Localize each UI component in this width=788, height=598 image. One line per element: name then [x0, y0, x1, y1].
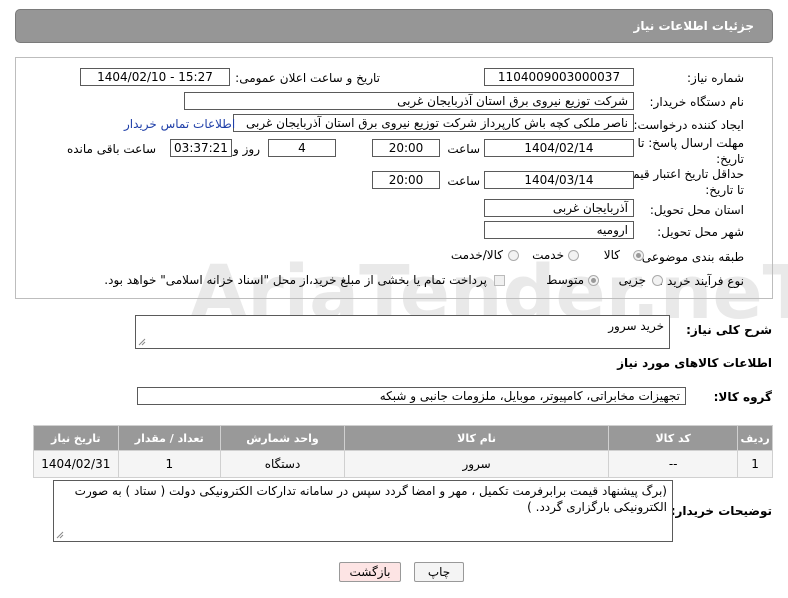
back-button[interactable]: بازگشت	[339, 562, 401, 582]
need-number-label: شماره نیاز:	[687, 71, 744, 85]
buyer-notes-label: توضیحات خریدار:	[670, 504, 772, 518]
cell-unit: دستگاه	[219, 450, 346, 478]
category-option-goods: کالا	[603, 248, 620, 262]
deadline-time-field[interactable]: 20:00	[372, 139, 440, 157]
resize-grip-icon[interactable]	[138, 338, 146, 346]
buyer-org-field[interactable]: شرکت توزیع نیروی برق استان آذربایجان غرب…	[184, 92, 634, 110]
buyer-notes-field[interactable]: (برگ پیشنهاد قیمت برابرفرمت تکمیل ، مهر …	[53, 480, 673, 542]
deadline-time-label: ساعت	[447, 142, 480, 156]
treasury-checkbox[interactable]	[494, 275, 505, 286]
description-label: شرح کلی نیاز:	[686, 323, 772, 337]
category-option-service: خدمت	[532, 248, 564, 262]
description-text: خرید سرور	[608, 319, 664, 333]
resize-grip-icon[interactable]	[56, 531, 64, 539]
category-radio-service[interactable]	[568, 250, 579, 261]
announce-field[interactable]: 1404/02/10 - 15:27	[80, 68, 230, 86]
announce-label: تاریخ و ساعت اعلان عمومی:	[235, 71, 380, 85]
deadline-days-field[interactable]: 4	[268, 139, 336, 157]
city-field[interactable]: ارومیه	[484, 221, 634, 239]
deadline-days-label: روز و	[233, 142, 260, 156]
col-unit: واحد شمارش	[219, 425, 346, 451]
page-header: جزئیات اطلاعات نیاز	[15, 9, 773, 43]
process-option-minor: جزیی	[618, 273, 646, 287]
col-name: نام کالا	[344, 425, 610, 451]
cell-row: 1	[737, 450, 773, 478]
validity-time-field[interactable]: 20:00	[372, 171, 440, 189]
col-code: کد کالا	[608, 425, 739, 451]
cell-code: --	[608, 450, 739, 478]
province-label: استان محل تحویل:	[649, 203, 744, 217]
validity-time-label: ساعت	[447, 174, 480, 188]
category-label: طبقه بندی موضوعی:	[637, 250, 744, 264]
col-row: ردیف	[737, 425, 773, 451]
page-title: جزئیات اطلاعات نیاز	[633, 19, 754, 33]
process-radio-medium[interactable]	[588, 275, 599, 286]
remaining-time-field[interactable]: 03:37:21	[170, 139, 232, 157]
goods-table-header: ردیف کد کالا نام کالا واحد شمارش تعداد /…	[33, 425, 773, 451]
table-row[interactable]: 1 -- سرور دستگاه 1 1404/02/31	[33, 450, 773, 478]
print-button[interactable]: چاپ	[414, 562, 464, 582]
buyer-notes-text: (برگ پیشنهاد قیمت برابرفرمت تکمیل ، مهر …	[74, 484, 667, 514]
col-date: تاریخ نیاز	[33, 425, 119, 451]
validity-label-line1: حداقل تاریخ اعتبار قیمت:	[617, 167, 744, 181]
cell-date: 1404/02/31	[33, 450, 119, 478]
remaining-time-label: ساعت باقی مانده	[66, 142, 156, 156]
validity-date-field[interactable]: 1404/03/14	[484, 171, 634, 189]
deadline-date-field[interactable]: 1404/02/14	[484, 139, 634, 157]
cell-name: سرور	[344, 450, 610, 478]
buyer-org-label: نام دستگاه خریدار:	[649, 95, 745, 109]
creator-field[interactable]: ناصر ملکی کچه باش کارپرداز شرکت توزیع نی…	[233, 114, 634, 132]
goods-info-title: اطلاعات کالاهای مورد نیاز	[617, 356, 772, 370]
goods-table: ردیف کد کالا نام کالا واحد شمارش تعداد /…	[33, 425, 773, 478]
process-option-medium: متوسط	[546, 273, 584, 287]
category-radio-goods[interactable]	[633, 250, 644, 261]
process-label: نوع فرآیند خرید :	[659, 274, 744, 288]
deadline-label-line2: تاریخ:	[716, 152, 744, 166]
cell-qty: 1	[117, 450, 221, 478]
buyer-contact-link[interactable]: اطلاعات تماس خریدار	[124, 117, 235, 131]
validity-label-line2: تا تاریخ:	[705, 183, 744, 197]
goods-group-label: گروه کالا:	[713, 390, 772, 404]
deadline-label-line1: مهلت ارسال پاسخ: تا	[637, 136, 744, 150]
creator-label: ایجاد کننده درخواست:	[633, 118, 744, 132]
col-qty: تعداد / مقدار	[117, 425, 221, 451]
need-number-field[interactable]: 1104009003000037	[484, 68, 634, 86]
treasury-note: پرداخت تمام یا بخشی از مبلغ خرید،از محل …	[104, 273, 487, 287]
goods-group-field[interactable]: تجهیزات مخابراتی، کامپیوتر، موبایل، ملزو…	[137, 387, 686, 405]
description-field[interactable]: خرید سرور	[135, 315, 670, 349]
category-option-goods-service: کالا/خدمت	[450, 248, 503, 262]
process-radio-minor[interactable]	[652, 275, 663, 286]
city-label: شهر محل تحویل:	[657, 225, 744, 239]
category-radio-goods-service[interactable]	[508, 250, 519, 261]
province-field[interactable]: آذربایجان غربی	[484, 199, 634, 217]
